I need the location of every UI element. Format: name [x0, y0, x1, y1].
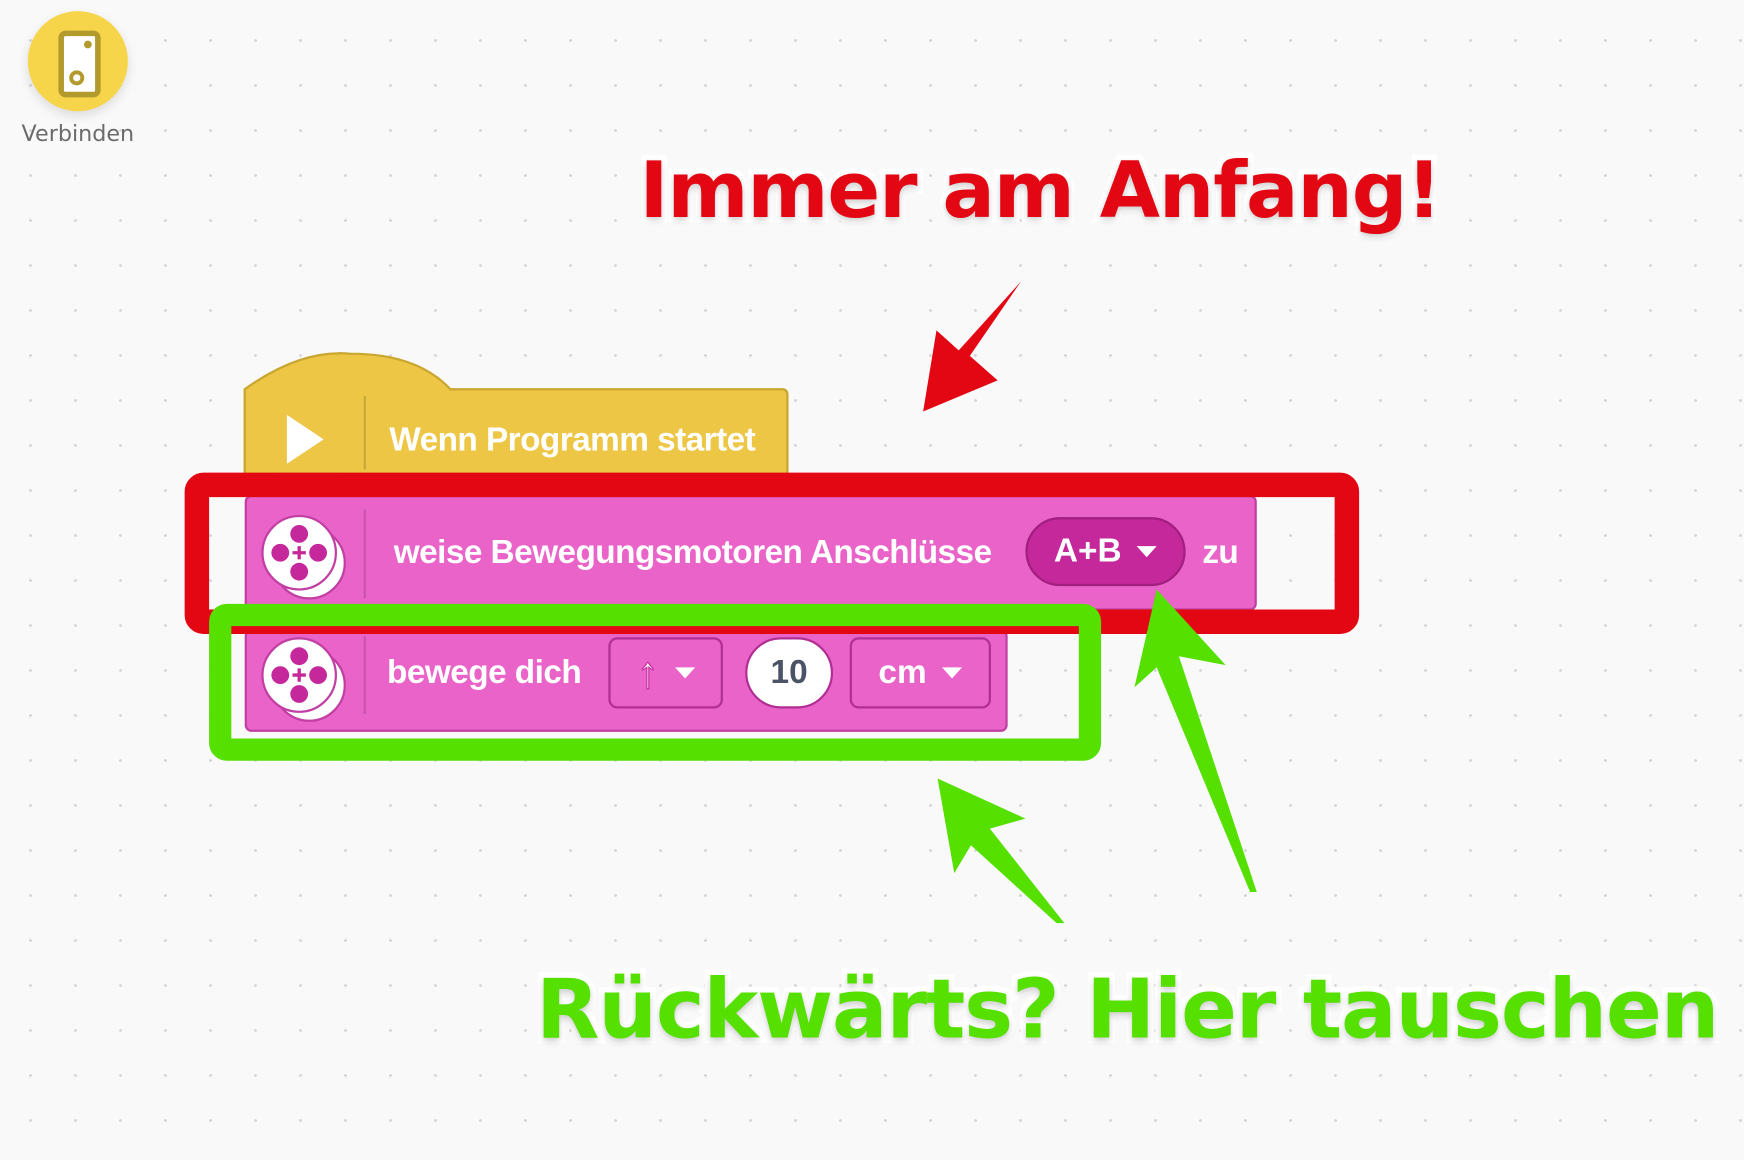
green-arrow-left — [937, 778, 1065, 924]
red-highlight-box — [184, 472, 1360, 634]
annotation-top: Immer am Anfang! — [634, 139, 1447, 241]
green-arrow-right — [1134, 589, 1257, 892]
red-arrow — [923, 281, 1021, 412]
green-highlight-box — [209, 603, 1102, 761]
annotation-bottom: Rückwärts? Hier tauschen — [531, 956, 1725, 1063]
